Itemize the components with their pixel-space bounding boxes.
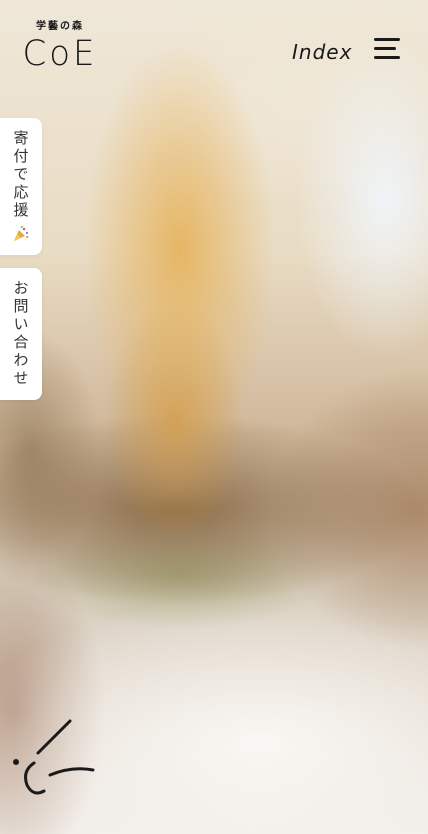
index-link[interactable]: Index — [292, 38, 352, 66]
site-logo[interactable]: 学藝の森 CoE — [20, 20, 100, 74]
contact-tab[interactable]: お問い合わせ — [0, 268, 42, 400]
contact-tab-label: お問い合わせ — [11, 280, 30, 388]
menu-line-bottom — [374, 56, 400, 59]
donate-tab-label: 寄付で応援 — [11, 130, 30, 220]
page: 学藝の森 CoE Index 寄付で応援 お問い合わせ — [0, 0, 428, 834]
logo-title: CoE — [22, 33, 98, 75]
site-header: 学藝の森 CoE Index — [0, 0, 428, 100]
smile-doodle-icon — [13, 719, 95, 795]
menu-line-middle — [374, 47, 396, 50]
menu-line-top — [374, 38, 400, 41]
donate-tab[interactable]: 寄付で応援 — [0, 118, 42, 255]
hero-background-photo — [0, 0, 428, 834]
hamburger-menu-icon[interactable] — [374, 36, 402, 62]
party-popper-icon — [14, 226, 29, 241]
logo-subtitle: 学藝の森 — [36, 21, 84, 32]
